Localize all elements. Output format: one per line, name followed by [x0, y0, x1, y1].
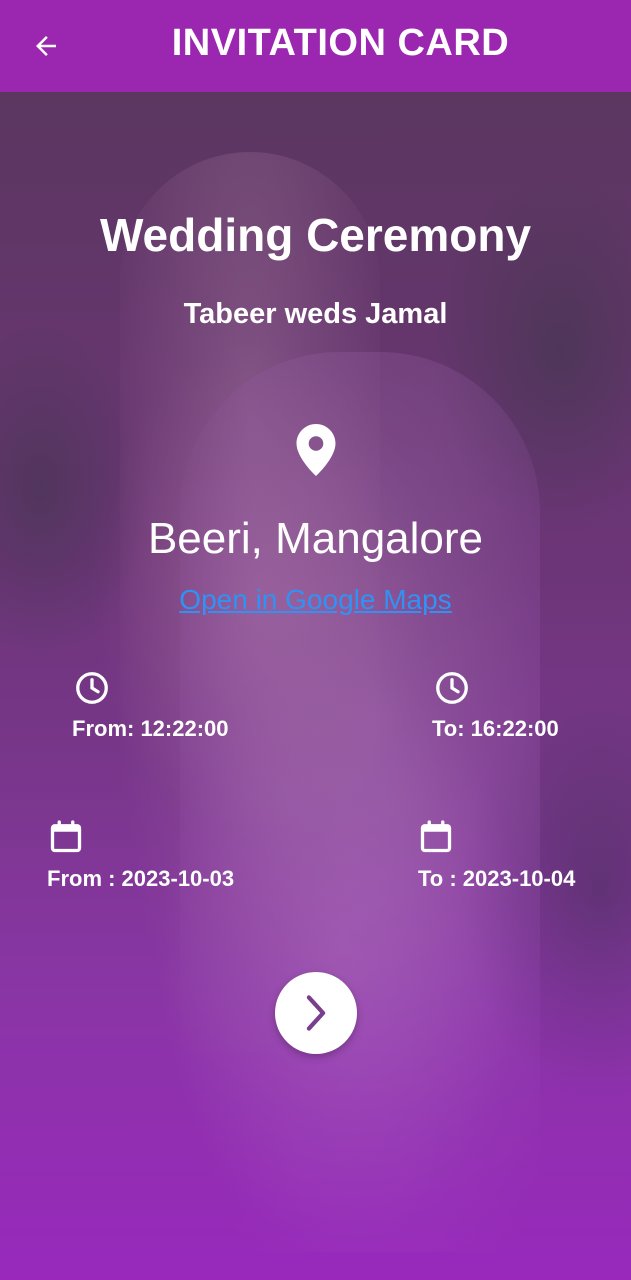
date-from-label: From : 2023-10-03	[47, 866, 235, 891]
couple-names: Tabeer weds Jamal	[183, 298, 448, 330]
event-title: Wedding Ceremony	[99, 209, 532, 261]
date-from-block: From : 2023-10-03	[40, 818, 260, 892]
next-button[interactable]	[275, 972, 357, 1054]
time-from-label: From: 12:22:00	[72, 716, 229, 741]
clock-icon	[436, 672, 468, 704]
date-to-label: To : 2023-10-04	[418, 866, 576, 891]
open-maps-link[interactable]: Open in Google Maps	[0, 584, 631, 616]
location-pin-icon	[296, 424, 336, 476]
time-to-block: To: 16:22:00	[424, 670, 584, 742]
app-bar: INVITATION CARD	[0, 0, 631, 92]
time-to-label: To: 16:22:00	[432, 716, 559, 741]
chevron-right-icon	[306, 995, 326, 1031]
invitation-card: Wedding Ceremony Tabeer weds Jamal Beeri…	[0, 0, 631, 1280]
clock-icon	[76, 672, 108, 704]
calendar-icon	[420, 820, 452, 853]
page-title: INVITATION CARD	[171, 22, 510, 64]
date-to-block: To : 2023-10-04	[410, 818, 590, 892]
time-from-block: From: 12:22:00	[62, 670, 240, 742]
location-name: Beeri, Mangalore	[147, 514, 484, 563]
calendar-icon	[50, 820, 82, 853]
